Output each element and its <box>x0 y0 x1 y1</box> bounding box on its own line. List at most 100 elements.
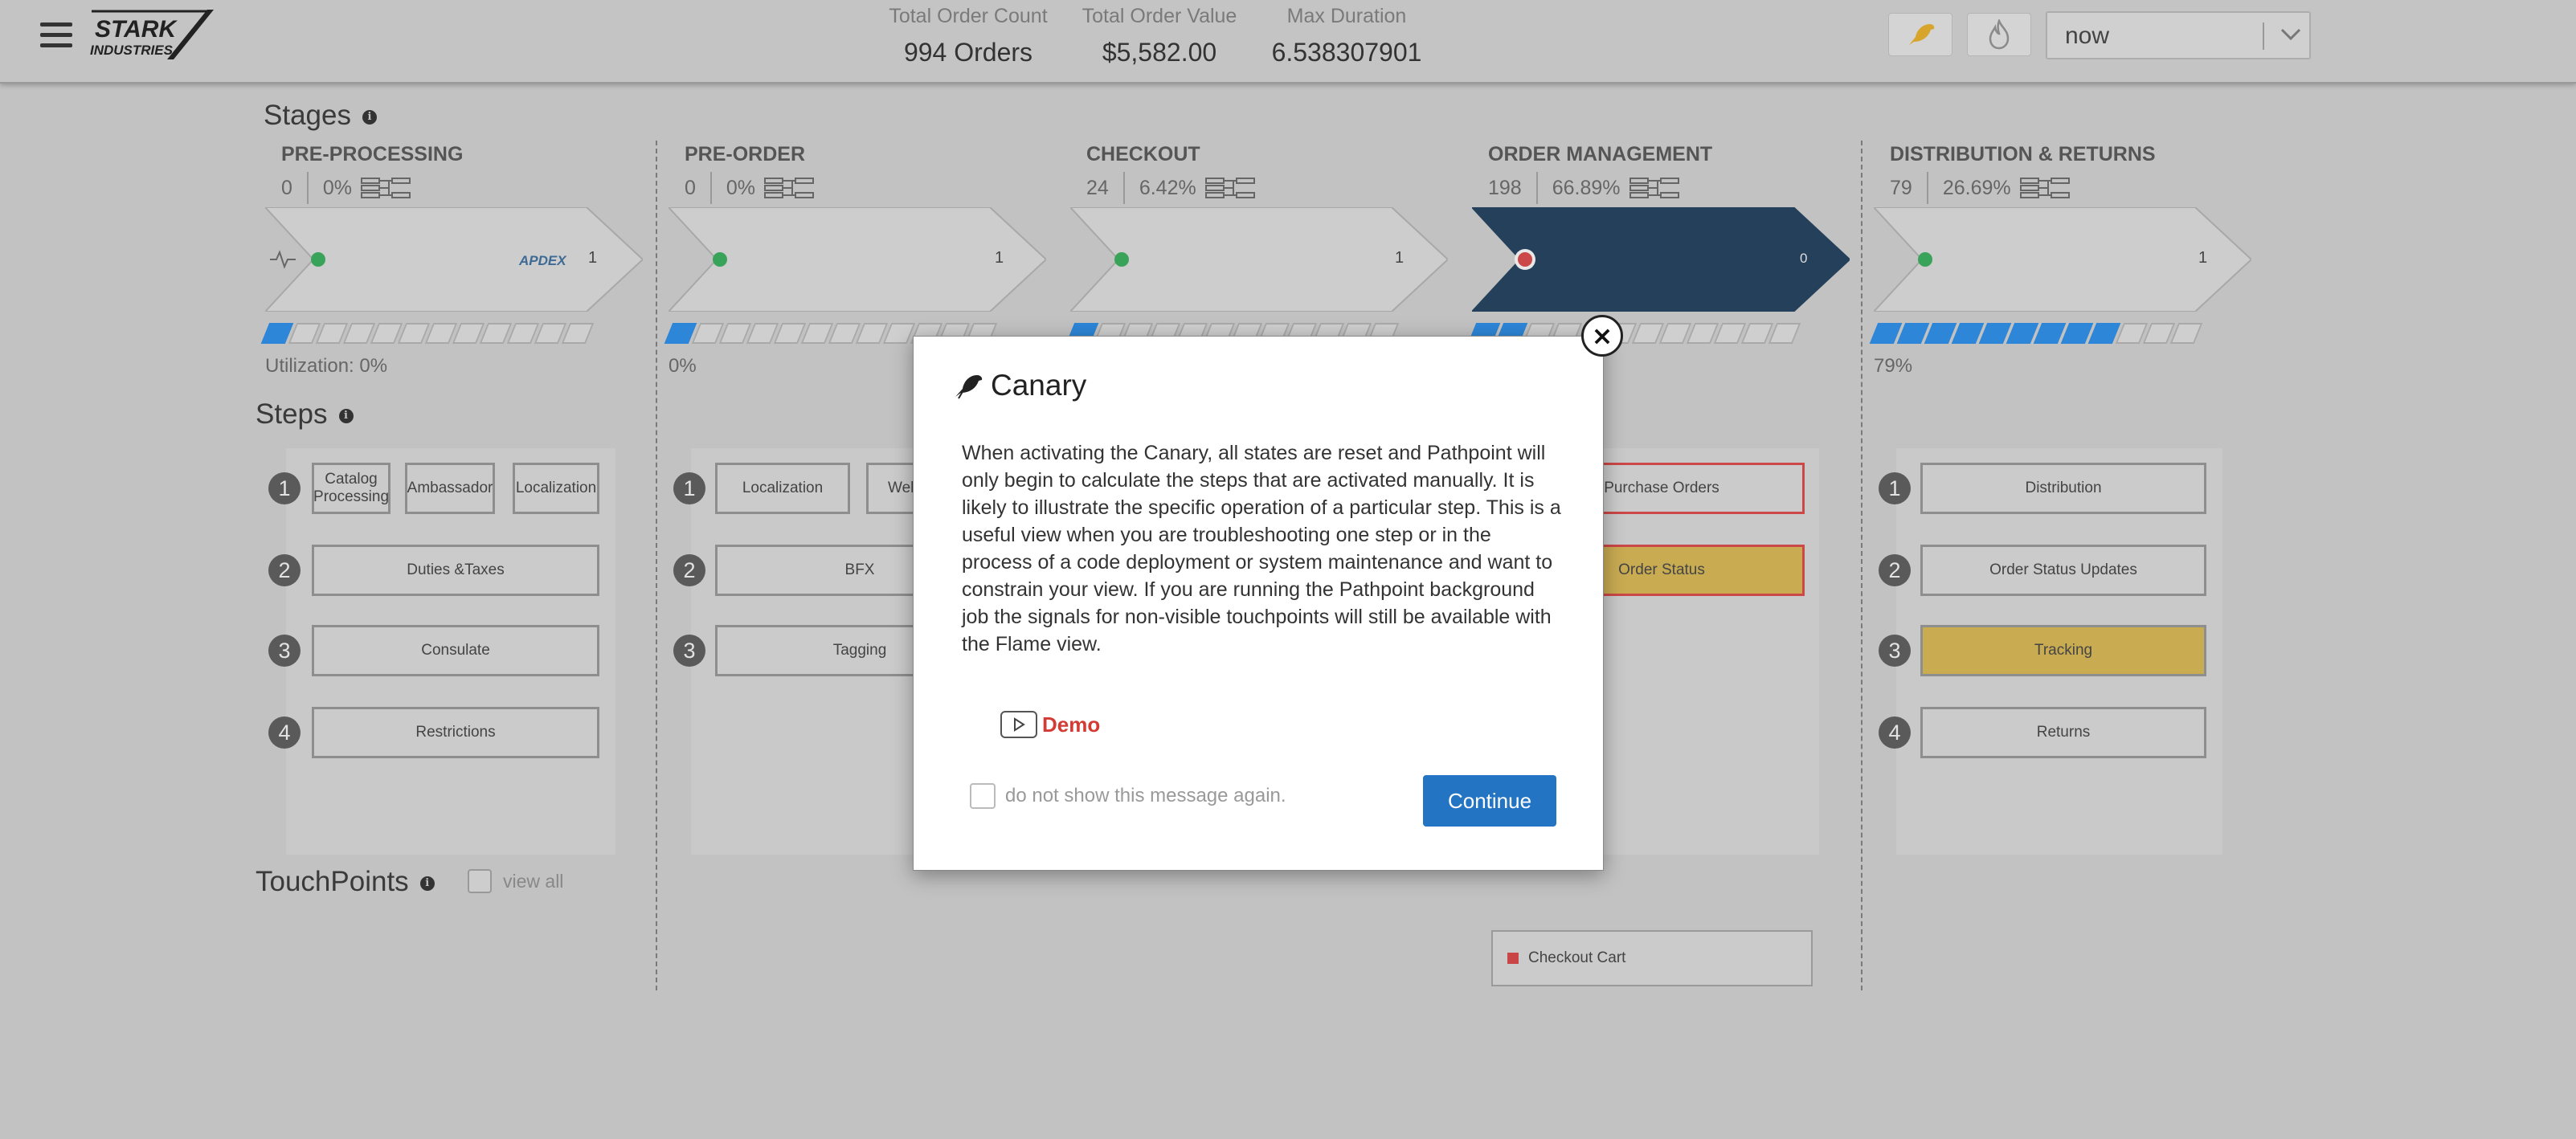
stage-percent: 66.89% <box>1552 176 1621 199</box>
flame-button[interactable] <box>1967 13 2031 56</box>
time-range-select[interactable]: now <box>2046 11 2311 59</box>
stage-stats: 24 6.42% <box>1086 172 1256 204</box>
stage-chevron[interactable] <box>1874 207 2251 312</box>
stats-divider <box>1926 172 1928 204</box>
stages-heading: Stages i <box>264 100 377 132</box>
modal-body-text: When activating the Canary, all states a… <box>962 442 1561 655</box>
canary-bird-icon <box>955 375 983 399</box>
step-number: 2 <box>268 554 301 586</box>
stage-stats: 0 0% <box>281 172 411 204</box>
step-localization[interactable]: Localization <box>513 463 599 514</box>
stage-pre-processing[interactable]: PRE-PROCESSING 0 0% APDEX 1 Utilization:… <box>260 137 667 394</box>
step-number: 2 <box>1879 554 1911 586</box>
stage-percent: 26.69% <box>1942 176 2011 199</box>
demo-link[interactable]: Demo <box>1000 711 1100 738</box>
step-tracking[interactable]: Tracking <box>1920 625 2206 676</box>
step-distribution[interactable]: Distribution <box>1920 463 2206 514</box>
step-number: 3 <box>673 635 705 667</box>
metric-label: Max Duration <box>1286 5 1407 27</box>
svg-text:INDUSTRIES: INDUSTRIES <box>90 43 174 58</box>
stats-divider <box>1535 172 1538 204</box>
stages-heading-text: Stages <box>264 100 351 131</box>
stage-chevron[interactable] <box>1472 207 1850 312</box>
stage-count: 198 <box>1488 176 1522 199</box>
stage-title: CHECKOUT <box>1086 143 1200 165</box>
touchpoints-heading: TouchPoints i <box>256 866 435 898</box>
dont-show-checkbox[interactable] <box>970 783 996 809</box>
utilization-segment <box>1768 323 1801 344</box>
info-icon[interactable]: i <box>419 876 435 891</box>
stage-chevron-count: 1 <box>588 249 598 267</box>
flame-icon <box>1989 19 2010 50</box>
step-consulate[interactable]: Consulate <box>312 625 599 676</box>
steps-heading: Steps i <box>256 398 354 431</box>
stage-count: 0 <box>685 176 696 199</box>
svg-text:STARK: STARK <box>95 16 178 43</box>
continue-button[interactable]: Continue <box>1423 775 1556 827</box>
stage-title: ORDER MANAGEMENT <box>1488 143 1713 165</box>
stage-percent: 6.42% <box>1139 176 1196 199</box>
stage-utilization-text: 0% <box>669 355 697 377</box>
step-number: 3 <box>268 635 301 667</box>
steps-heading-text: Steps <box>256 398 328 430</box>
flow-map-icon[interactable] <box>1204 176 1256 200</box>
close-modal-icon[interactable]: × <box>1581 315 1623 357</box>
stage-distribution-returns[interactable]: DISTRIBUTION & RETURNS 79 26.69% 1 79% <box>1869 137 2275 394</box>
step-number: 4 <box>268 716 301 749</box>
stage-title: PRE-PROCESSING <box>281 143 464 165</box>
step-restrictions[interactable]: Restrictions <box>312 707 599 758</box>
touchpoint-label: Checkout Cart <box>1528 949 1626 966</box>
apdex-label: APDEX <box>518 253 567 268</box>
stats-divider <box>306 172 309 204</box>
utilization-segment <box>2169 323 2203 344</box>
step-catalog-processing[interactable]: Catalog Processing <box>312 463 390 514</box>
stage-percent: 0% <box>726 176 756 199</box>
metric-total-order-value: Total Order Value $5,582.00 <box>1075 5 1244 67</box>
touchpoint-checkout-cart[interactable]: Checkout Cart <box>1491 930 1813 986</box>
stage-utilization-text: Utilization: 0% <box>265 355 388 377</box>
metric-value: 994 Orders <box>903 38 1033 67</box>
flow-map-icon[interactable] <box>763 176 815 200</box>
stage-chevron[interactable]: APDEX <box>265 207 643 312</box>
stage-stats: 0 0% <box>685 172 815 204</box>
view-all-checkbox[interactable] <box>468 869 492 893</box>
info-icon[interactable]: i <box>338 408 354 423</box>
stage-stats: 79 26.69% <box>1890 172 2071 204</box>
flow-map-icon[interactable] <box>1629 176 1680 200</box>
metric-value: 6.538307901 <box>1271 38 1422 67</box>
stats-divider <box>1122 172 1125 204</box>
select-divider <box>2263 22 2264 50</box>
stark-industries-logo: STARK INDUSTRIES <box>90 10 214 59</box>
view-all-label: view all <box>503 871 564 892</box>
stage-title: PRE-ORDER <box>685 143 806 165</box>
stage-title: DISTRIBUTION & RETURNS <box>1890 143 2156 165</box>
info-icon[interactable]: i <box>362 109 377 125</box>
stage-count: 0 <box>281 176 292 199</box>
step-localization[interactable]: Localization <box>715 463 850 514</box>
stage-chevron[interactable] <box>669 207 1046 312</box>
metric-value: $5,582.00 <box>1102 38 1217 67</box>
canary-modal: Canary When activating the Canary, all s… <box>913 336 1604 871</box>
hamburger-menu-icon[interactable] <box>40 22 72 48</box>
flow-map-icon[interactable] <box>360 176 411 200</box>
play-video-icon <box>1000 711 1037 738</box>
stage-chevron[interactable] <box>1070 207 1448 312</box>
step-order-status-updates[interactable]: Order Status Updates <box>1920 545 2206 596</box>
dont-show-label: do not show this message again. <box>1005 785 1286 806</box>
step-returns[interactable]: Returns <box>1920 707 2206 758</box>
modal-title-text: Canary <box>991 369 1087 402</box>
step-number: 4 <box>1879 716 1911 749</box>
step-ambassador[interactable]: Ambassador <box>405 463 495 514</box>
step-number: 1 <box>1879 472 1911 504</box>
step-number: 3 <box>1879 635 1911 667</box>
step-number: 2 <box>673 554 705 586</box>
time-range-value: now <box>2065 22 2110 49</box>
canary-button[interactable] <box>1888 13 1952 56</box>
flow-map-icon[interactable] <box>2019 176 2071 200</box>
stage-utilization-text: 79% <box>1874 355 1913 377</box>
step-duties-taxes[interactable]: Duties &Taxes <box>312 545 599 596</box>
stage-chevron-count: 1 <box>2198 249 2208 267</box>
stage-utilization-bar <box>260 323 595 345</box>
stage-chevron-count: 0 <box>1800 251 1808 266</box>
dont-show-again[interactable]: do not show this message again. <box>970 783 1286 809</box>
